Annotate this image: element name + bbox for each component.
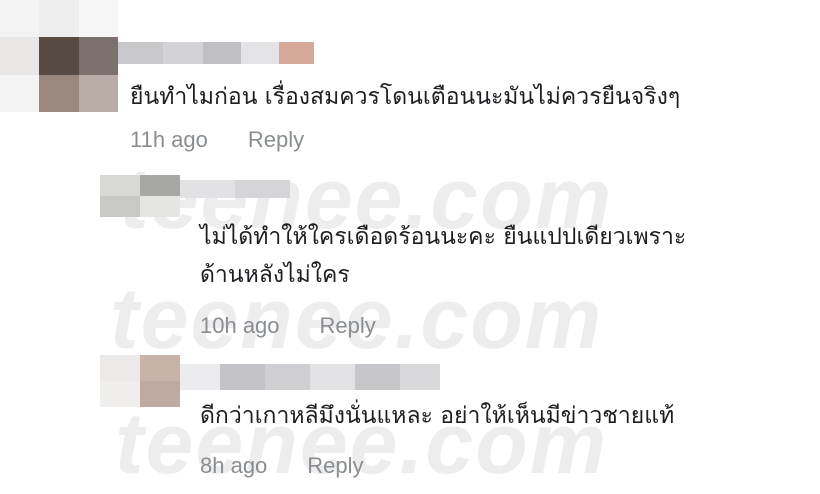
avatar[interactable] (100, 175, 180, 217)
avatar[interactable] (0, 0, 118, 112)
commenter-name-blurred[interactable] (180, 364, 440, 390)
timestamp: 8h ago (200, 453, 268, 478)
commenter-name-blurred[interactable] (180, 180, 290, 198)
comment-meta: 8h ago Reply (200, 453, 364, 479)
comment-text: ดีกว่าเกาหลีมึงนั่นแหละ อย่าให้เห็นมีข่า… (200, 403, 675, 429)
reply-button[interactable]: Reply (248, 127, 304, 152)
reply-button[interactable]: Reply (307, 453, 363, 478)
timestamp: 11h ago (130, 127, 208, 152)
reply-button[interactable]: Reply (320, 313, 376, 338)
commenter-name-blurred[interactable] (118, 42, 314, 64)
avatar[interactable] (100, 355, 180, 407)
comment-meta: 10h ago Reply (200, 313, 376, 339)
comment-text: ยืนทำไมก่อน เรื่องสมควรโดนเตือนนะมันไม่ค… (130, 84, 681, 110)
timestamp: 10h ago (200, 313, 280, 338)
comment-meta: 11h ago Reply (130, 127, 304, 153)
comment-text: ไม่ได้ทำให้ใครเดือดร้อนนะคะ ยืนแปปเดียวเ… (200, 224, 687, 288)
